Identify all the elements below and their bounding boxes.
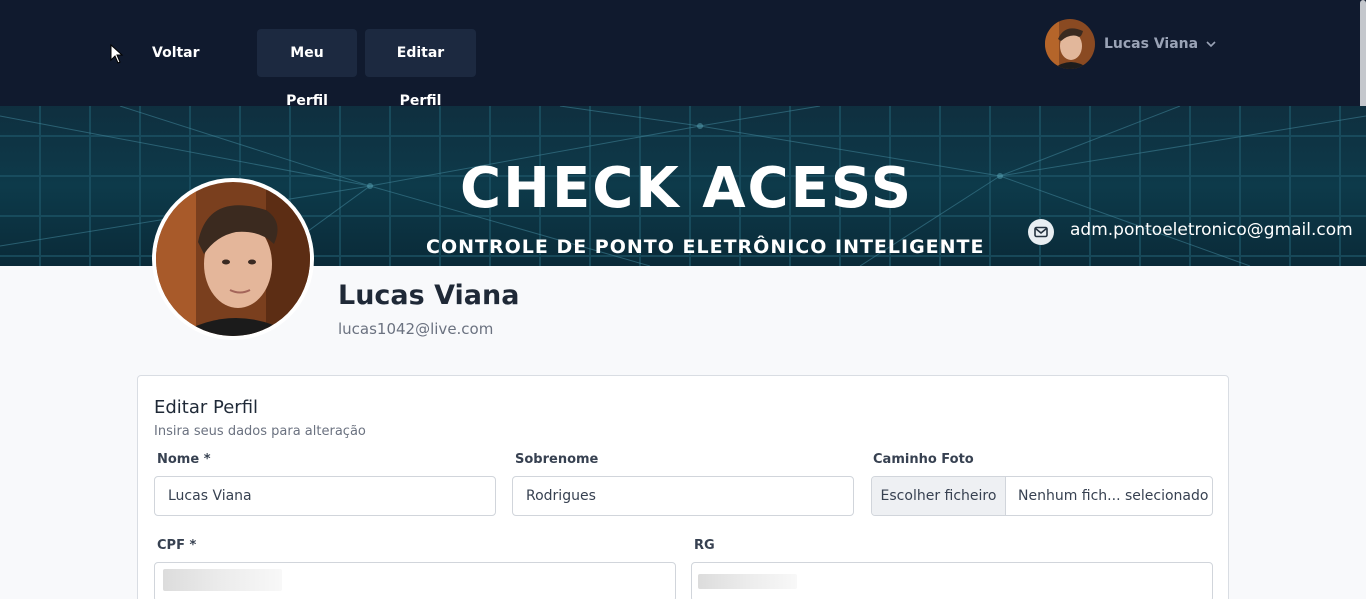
- banner-subtitle: CONTROLE DE PONTO ELETRÔNICO INTELIGENTE: [426, 236, 985, 258]
- sobrenome-label: Sobrenome: [515, 452, 599, 467]
- profile-name: Lucas Viana: [338, 280, 520, 311]
- mouse-cursor-icon: [110, 44, 124, 64]
- nome-input[interactable]: Lucas Viana: [154, 476, 496, 516]
- sobrenome-input[interactable]: Rodrigues: [512, 476, 854, 516]
- back-button[interactable]: Voltar: [140, 36, 212, 70]
- user-name: Lucas Viana: [1104, 36, 1199, 52]
- card-subtitle: Insira seus dados para alteração: [154, 424, 366, 439]
- edit-profile-card: Editar Perfil Insira seus dados para alt…: [137, 375, 1229, 599]
- foto-label: Caminho Foto: [873, 452, 974, 467]
- card-title: Editar Perfil: [154, 397, 259, 418]
- profile-email: lucas1042@live.com: [338, 320, 494, 338]
- chevron-down-icon: [1206, 41, 1216, 48]
- nome-label: Nome *: [157, 452, 211, 467]
- cpf-input[interactable]: [154, 562, 676, 599]
- redacted-value: [698, 574, 797, 589]
- banner-title: CHECK ACESS: [460, 156, 914, 221]
- top-navbar: Voltar Meu Perfil Editar Perfil Lucas Vi…: [0, 0, 1366, 109]
- edit-profile-button[interactable]: Editar Perfil: [365, 29, 476, 109]
- user-avatar: [1045, 19, 1095, 69]
- cpf-label: CPF *: [157, 538, 197, 553]
- foto-file-input[interactable]: Escolher ficheiro Nenhum fich... selecio…: [871, 476, 1213, 516]
- my-profile-button[interactable]: Meu Perfil: [257, 29, 357, 109]
- rg-label: RG: [694, 538, 715, 553]
- profile-photo: [152, 178, 314, 340]
- choose-file-button[interactable]: Escolher ficheiro: [872, 477, 1006, 515]
- rg-input[interactable]: [691, 562, 1213, 599]
- mail-icon: [1028, 219, 1054, 245]
- file-status: Nenhum fich... selecionado: [1018, 488, 1209, 504]
- user-menu[interactable]: Lucas Viana: [1045, 19, 1218, 69]
- redacted-value: [163, 569, 282, 591]
- banner-contact-email: adm.pontoeletronico@gmail.com: [1070, 220, 1353, 240]
